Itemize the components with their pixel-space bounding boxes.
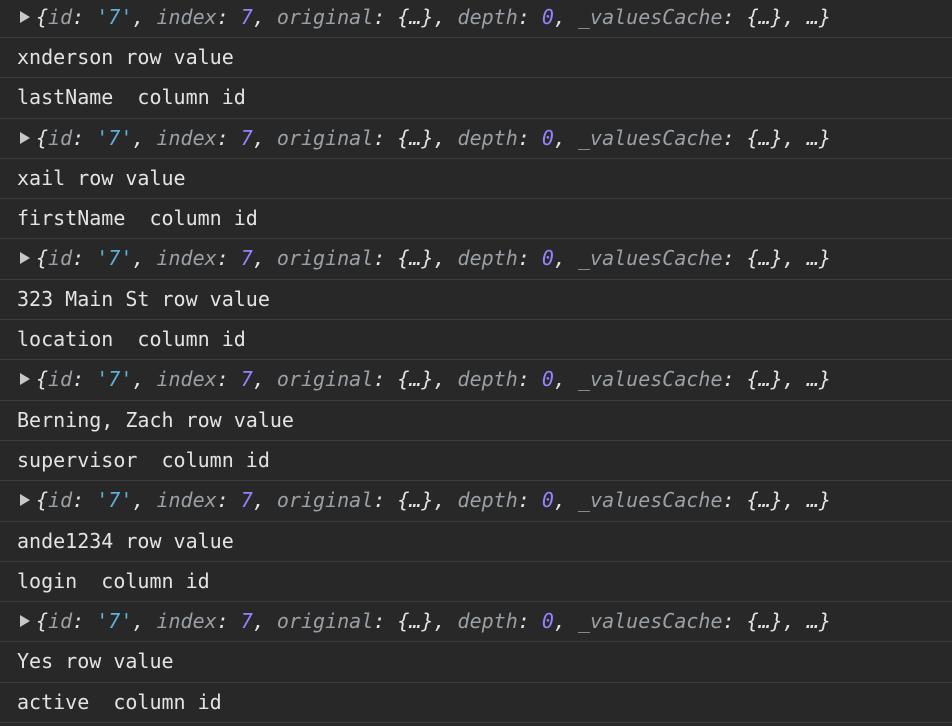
obj-tail: …}: [806, 125, 831, 150]
obj-key-depth: depth: [457, 367, 518, 392]
obj-val-id: '7': [96, 246, 133, 271]
console-object-entry[interactable]: {id: '7', index: 7, original: {…}, depth…: [0, 602, 952, 643]
obj-val-id: '7': [96, 125, 133, 150]
obj-key-depth: depth: [457, 246, 518, 271]
console-log-row-value: xail row value: [0, 159, 952, 200]
obj-key-id: id: [48, 246, 73, 271]
obj-val-values-cache: {…}: [746, 609, 783, 634]
obj-key-values-cache: _valuesCache: [578, 609, 723, 634]
obj-key-index: index: [156, 488, 217, 513]
obj-key-depth: depth: [457, 609, 518, 634]
obj-val-depth: 0: [541, 246, 554, 271]
obj-val-index: 7: [240, 246, 253, 271]
expand-triangle-icon[interactable]: [20, 615, 30, 628]
expand-triangle-icon[interactable]: [20, 131, 30, 144]
obj-key-depth: depth: [457, 488, 518, 513]
obj-val-id: '7': [96, 367, 133, 392]
obj-val-values-cache: {…}: [746, 367, 783, 392]
expand-triangle-icon[interactable]: [20, 11, 30, 23]
obj-key-values-cache: _valuesCache: [578, 488, 723, 513]
obj-tail: …}: [806, 367, 831, 392]
obj-key-index: index: [156, 125, 217, 150]
obj-tail: …}: [806, 488, 831, 513]
obj-val-depth: 0: [541, 367, 554, 392]
console-object-entry[interactable]: {id: '7', index: 7, original: {…}, depth…: [0, 360, 952, 401]
console-log-column-id: active column id: [0, 683, 952, 724]
console-object-entry[interactable]: {id: '7', index: 7, original: {…}, depth…: [0, 481, 952, 522]
obj-val-original: {…}: [397, 609, 434, 634]
obj-val-depth: 0: [541, 5, 554, 29]
obj-open-brace: {: [36, 5, 49, 29]
obj-val-id: '7': [96, 488, 133, 513]
obj-key-original: original: [276, 367, 374, 392]
obj-key-values-cache: _valuesCache: [578, 367, 723, 392]
obj-key-index: index: [156, 5, 217, 29]
obj-key-original: original: [276, 488, 374, 513]
obj-val-original: {…}: [397, 125, 434, 150]
obj-val-original: {…}: [397, 488, 434, 513]
obj-tail: …}: [806, 5, 831, 29]
obj-key-index: index: [156, 609, 217, 634]
obj-val-id: '7': [96, 5, 133, 29]
console-log-row-value: Yes row value: [0, 642, 952, 683]
console-log-column-id: location column id: [0, 320, 952, 361]
obj-val-index: 7: [240, 5, 253, 29]
obj-key-index: index: [156, 367, 217, 392]
console-object-entry[interactable]: {id: '7', index: 7, original: {…}, depth…: [0, 239, 952, 280]
expand-triangle-icon[interactable]: [20, 373, 30, 386]
obj-val-index: 7: [240, 488, 253, 513]
obj-val-original: {…}: [397, 367, 434, 392]
console-object-entry[interactable]: {id: '7', index: 7, original: {…}, depth…: [0, 119, 952, 159]
obj-key-original: original: [276, 125, 374, 150]
obj-open-brace: {: [36, 609, 49, 634]
obj-key-id: id: [48, 609, 73, 634]
expand-triangle-icon[interactable]: [20, 494, 30, 507]
obj-val-id: '7': [96, 609, 133, 634]
obj-key-original: original: [276, 246, 374, 271]
obj-key-values-cache: _valuesCache: [578, 125, 723, 150]
obj-key-original: original: [276, 5, 374, 29]
obj-val-index: 7: [240, 125, 253, 150]
obj-val-index: 7: [240, 367, 253, 392]
obj-val-values-cache: {…}: [746, 125, 783, 150]
obj-key-index: index: [156, 246, 217, 271]
obj-open-brace: {: [36, 488, 49, 513]
obj-val-index: 7: [240, 609, 253, 634]
obj-open-brace: {: [36, 125, 49, 150]
obj-val-depth: 0: [541, 125, 554, 150]
obj-val-depth: 0: [541, 488, 554, 513]
obj-key-values-cache: _valuesCache: [578, 5, 723, 29]
obj-key-id: id: [48, 488, 73, 513]
obj-open-brace: {: [36, 246, 49, 271]
obj-val-values-cache: {…}: [746, 5, 783, 29]
obj-val-values-cache: {…}: [746, 488, 783, 513]
obj-key-id: id: [48, 5, 73, 29]
obj-key-id: id: [48, 367, 73, 392]
obj-key-id: id: [48, 125, 73, 150]
obj-val-original: {…}: [397, 246, 434, 271]
obj-val-depth: 0: [541, 609, 554, 634]
devtools-console: {id: '7', index: 7, original: {…}, depth…: [0, 0, 952, 726]
obj-tail: …}: [806, 246, 831, 271]
expand-triangle-icon[interactable]: [20, 252, 30, 265]
console-log-row-value: ande1234 row value: [0, 522, 952, 562]
console-log-row-value: xnderson row value: [0, 38, 952, 79]
console-log-column-id: lastName column id: [0, 78, 952, 119]
obj-key-original: original: [276, 609, 374, 634]
console-log-row-value: Berning, Zach row value: [0, 401, 952, 441]
obj-key-depth: depth: [457, 5, 518, 29]
obj-open-brace: {: [36, 367, 49, 392]
console-log-column-id: firstName column id: [0, 199, 952, 240]
obj-val-values-cache: {…}: [746, 246, 783, 271]
console-object-entry[interactable]: {id: '7', index: 7, original: {…}, depth…: [0, 0, 952, 38]
obj-key-depth: depth: [457, 125, 518, 150]
obj-val-original: {…}: [397, 5, 434, 29]
console-log-column-id: supervisor column id: [0, 441, 952, 482]
console-log-row-value: 323 Main St row value: [0, 280, 952, 321]
console-log-column-id: login column id: [0, 562, 952, 603]
obj-tail: …}: [806, 609, 831, 634]
obj-key-values-cache: _valuesCache: [578, 246, 723, 271]
